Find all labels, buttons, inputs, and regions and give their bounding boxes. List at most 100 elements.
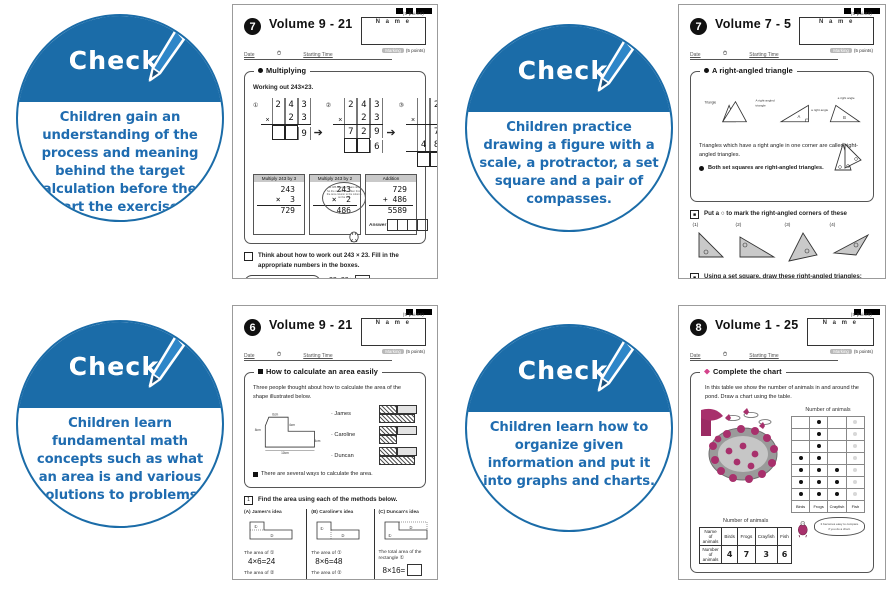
chart-row-5 bbox=[790, 440, 866, 454]
check-body-3: Children learn fundamental math concepts… bbox=[18, 408, 222, 526]
question-marker: ■ bbox=[690, 273, 699, 278]
answer-boxes[interactable] bbox=[387, 219, 429, 232]
item-number: (4) bbox=[829, 223, 836, 228]
bullet-icon bbox=[258, 369, 263, 374]
sub-panel-header: Multiply 243 by 2 bbox=[310, 175, 360, 183]
panel-title: A right-angled triangle bbox=[700, 66, 797, 75]
panel-title-text: A right-angled triangle bbox=[712, 66, 793, 75]
date-time-row[interactable]: Date ⏱ Starting Time bbox=[690, 51, 838, 60]
marking-area: Marking (5 points) bbox=[382, 48, 425, 53]
q1-item-2: (2) bbox=[736, 222, 780, 268]
name-field[interactable]: (5 points) N a m e Marking (5 points) bbox=[799, 11, 874, 53]
duncan-diagram bbox=[379, 447, 417, 466]
start-time-label: Starting Time bbox=[749, 52, 779, 58]
row-label-name: Name of animals bbox=[698, 526, 723, 546]
question-marker bbox=[244, 252, 253, 262]
check-header-2: Check bbox=[467, 26, 671, 112]
name-field[interactable]: (5 points) N a m e Marking (5 points) bbox=[360, 312, 426, 354]
method-b-l1-label: The area of ① bbox=[311, 551, 342, 557]
chart-cat-0: Birds bbox=[790, 500, 811, 514]
bullet-icon bbox=[704, 368, 710, 375]
cell-val-2: 3 bbox=[754, 544, 778, 564]
name-field[interactable]: (5 points) N a m e Marking (5 points) bbox=[806, 312, 874, 354]
panel-title-text: Multiplying bbox=[266, 66, 307, 75]
panel-title-text: How to calculate an area easily bbox=[266, 367, 378, 376]
result: 5589 bbox=[387, 206, 407, 216]
clock-icon: ⏱ bbox=[722, 51, 728, 57]
person-name: James bbox=[334, 410, 351, 417]
check-body-1: Children gain an understanding of the pr… bbox=[18, 102, 222, 220]
date-time-row[interactable]: Date ⏱ Starting Time bbox=[244, 51, 392, 60]
chart-row-2 bbox=[790, 476, 866, 490]
method-b-l1: 8×6=48 bbox=[315, 557, 343, 567]
question-text: Find the area using each of the methods … bbox=[258, 495, 398, 503]
name-field[interactable]: (5 points) N a m e Marking (5 points) bbox=[360, 11, 426, 53]
score-label: (5 points) bbox=[850, 312, 872, 317]
check-circle-2: Check Children practice drawing a figure… bbox=[465, 24, 673, 232]
input-box[interactable] bbox=[354, 274, 370, 278]
date-time-row[interactable]: Date ⏱ Starting Time bbox=[690, 352, 838, 361]
svg-text:②: ② bbox=[409, 525, 413, 530]
person-row-james: · James bbox=[331, 405, 417, 424]
method-b-l2-label: The area of ② bbox=[311, 571, 342, 577]
svg-text:8cm: 8cm bbox=[255, 429, 261, 433]
worksheet-right-angled-triangle: 7 Volume 7 - 5 (5 points) N a m e Markin… bbox=[678, 4, 886, 279]
triangle-4 bbox=[831, 234, 869, 256]
triangle-2 bbox=[739, 236, 776, 258]
question-1: ■ Put a ○ to mark the right-angled corne… bbox=[690, 209, 874, 219]
check-body-4: Children learn how to organize given inf… bbox=[467, 412, 671, 530]
marking-points: (5 points) bbox=[853, 48, 873, 53]
start-time-label: Starting Time bbox=[303, 52, 333, 58]
cell-cat-3: Fish bbox=[776, 526, 793, 546]
worked-grid: 243 ×23 729 486 5589 bbox=[244, 274, 321, 278]
start-time-label: Starting Time bbox=[749, 353, 779, 359]
method-a: (A) James's idea ① ② The area of ① 4×6=2… bbox=[244, 508, 308, 579]
sub-panel-header: Addition bbox=[366, 175, 416, 183]
method-title: (B) Caroline's idea bbox=[311, 509, 354, 515]
check-circle-1: Check Children gain an understanding of … bbox=[16, 14, 224, 222]
speech-bubble: It becomes easy to compare if you do a c… bbox=[813, 517, 865, 536]
svg-text:triangle: triangle bbox=[756, 103, 766, 107]
check-header-3: Check bbox=[18, 322, 222, 408]
date-time-row[interactable]: Date ⏱ Starting Time bbox=[244, 352, 392, 361]
check-body-2: Children practice drawing a figure with … bbox=[467, 112, 671, 230]
cell-val-3: 6 bbox=[776, 544, 793, 564]
svg-text:②: ② bbox=[341, 533, 345, 538]
start-time-label: Starting Time bbox=[303, 353, 333, 359]
panel-right-angle: A right-angled triangle Triangle A right… bbox=[690, 66, 874, 202]
animal-table: Name of animals Birds Frogs Crayfish Fis… bbox=[698, 526, 793, 564]
step-2: ② 243 × 2 3 729 6 bbox=[326, 98, 384, 154]
svg-text:②: ② bbox=[270, 533, 274, 538]
step-label: ③ bbox=[398, 102, 405, 110]
input-box[interactable] bbox=[407, 564, 423, 577]
marking-area: Marking (5 points) bbox=[830, 349, 873, 354]
pencil-icon bbox=[148, 334, 186, 388]
svg-text:6cm: 6cm bbox=[272, 413, 278, 417]
svg-text:4cm: 4cm bbox=[314, 439, 320, 443]
chart-cat-3: Fish bbox=[845, 500, 866, 514]
panel-title: Complete the chart bbox=[700, 367, 786, 376]
l-shape-figure: 6cm 4cm 8cm 4cm 10cm bbox=[255, 413, 321, 456]
marking-area: Marking (5 points) bbox=[382, 349, 425, 354]
check-text-2: Children practice drawing a figure with … bbox=[479, 119, 659, 207]
method-title: (C) Duncan's idea bbox=[378, 509, 419, 515]
svg-text:4cm: 4cm bbox=[289, 423, 295, 427]
step-1: ① 243 × 2 3 9 bbox=[253, 98, 311, 141]
marking-points: (5 points) bbox=[405, 349, 425, 354]
method-a-l2-label: The area of ② bbox=[244, 571, 275, 577]
pencil-icon bbox=[597, 38, 635, 92]
panel-title: Multiplying bbox=[254, 66, 311, 75]
pencil-icon bbox=[597, 338, 635, 392]
panel-note-text: Both set squares are right-angled triang… bbox=[708, 165, 824, 172]
arrow-icon: ➔ bbox=[313, 127, 323, 140]
panel-multiplying: Multiplying Working out 243×23. ① 243 × 2… bbox=[244, 66, 437, 245]
svg-text:①: ① bbox=[320, 526, 324, 531]
person-name: Caroline bbox=[334, 431, 356, 438]
dot-chart[interactable]: Birds Frogs Crayfish Fish bbox=[790, 416, 866, 514]
triangle-1 bbox=[698, 232, 724, 258]
sheet-volume: Volume 9 - 21 bbox=[269, 318, 353, 332]
panel-complete-chart: Complete the chart In this table we show… bbox=[690, 367, 874, 573]
clock-icon: ⏱ bbox=[722, 352, 728, 358]
check-header-1: Check bbox=[18, 16, 222, 102]
score-label: (5 points) bbox=[402, 11, 424, 16]
